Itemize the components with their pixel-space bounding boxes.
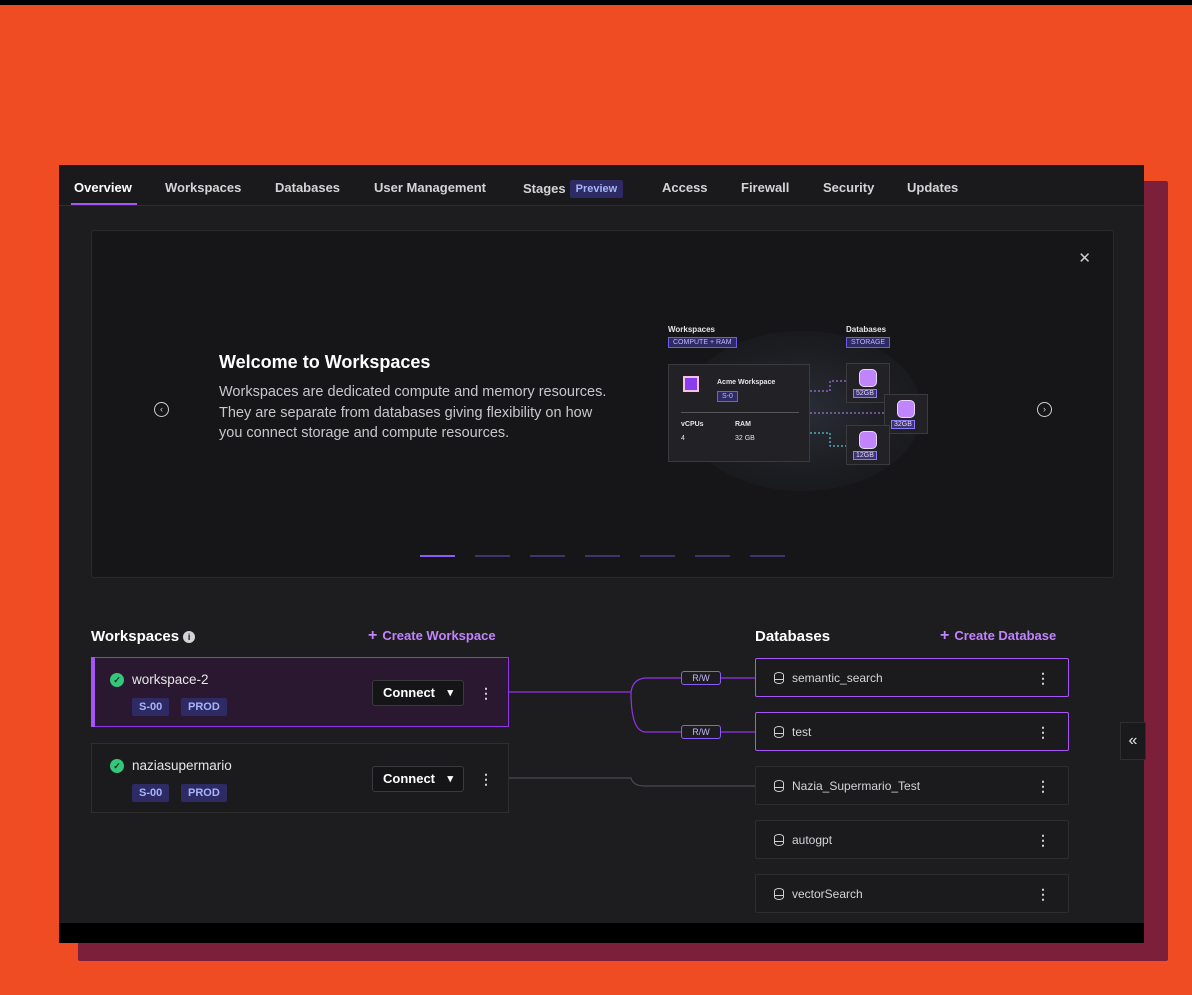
workspace-card[interactable]: ✓ workspace-2 S-00 PROD Connect ▾ ⋮: [91, 657, 509, 727]
size-badge: S-00: [132, 698, 170, 716]
database-row[interactable]: autogpt ⋮: [755, 820, 1069, 859]
workspaces-section-title: Workspaces i: [91, 628, 196, 645]
create-database-button[interactable]: + Create Database: [940, 627, 1056, 645]
collapse-panel-icon[interactable]: «: [1120, 722, 1146, 760]
database-name: semantic_search: [792, 671, 883, 685]
more-vertical-icon[interactable]: ⋮: [1036, 887, 1050, 901]
rw-badge: R/W: [681, 725, 721, 739]
workspaces-title-text: Workspaces: [91, 628, 180, 645]
tab-security[interactable]: Security: [823, 180, 874, 195]
database-icon: [774, 726, 784, 738]
workspace-name: workspace-2: [132, 672, 209, 687]
more-vertical-icon[interactable]: ⋮: [479, 686, 493, 700]
more-vertical-icon[interactable]: ⋮: [1036, 725, 1050, 739]
database-name: autogpt: [792, 833, 833, 847]
check-circle-icon: ✓: [110, 673, 124, 687]
tab-databases[interactable]: Databases: [275, 180, 340, 195]
check-circle-icon: ✓: [110, 759, 124, 773]
create-workspace-label: Create Workspace: [382, 628, 496, 643]
database-icon: [774, 834, 784, 846]
slide-description: Workspaces are dedicated compute and mem…: [219, 384, 607, 441]
create-database-label: Create Database: [954, 628, 1057, 643]
database-icon: [774, 672, 784, 684]
illus-db-2-size: 32GB: [891, 420, 915, 429]
tab-updates[interactable]: Updates: [907, 180, 958, 195]
workspace-card[interactable]: ✓ naziasupermario S-00 PROD Connect ▾ ⋮: [91, 743, 509, 813]
more-vertical-icon[interactable]: ⋮: [1036, 779, 1050, 793]
close-icon[interactable]: ✕: [1078, 249, 1091, 267]
carousel-dot-5[interactable]: [640, 555, 675, 557]
welcome-carousel: ✕ ‹ › Welcome to Workspaces Workspaces a…: [91, 230, 1114, 578]
tab-firewall[interactable]: Firewall: [741, 180, 789, 195]
preview-badge: Preview: [569, 180, 624, 198]
database-name: Nazia_Supermario_Test: [792, 779, 921, 793]
tab-workspaces[interactable]: Workspaces: [165, 180, 241, 195]
env-badge: PROD: [181, 784, 227, 802]
info-icon[interactable]: i: [183, 631, 196, 643]
more-vertical-icon[interactable]: ⋮: [1036, 671, 1050, 685]
database-icon: [859, 431, 877, 449]
database-icon: [774, 780, 784, 792]
plus-icon: +: [368, 627, 378, 644]
selected-indicator: [91, 657, 95, 727]
carousel-dot-6[interactable]: [695, 555, 730, 557]
database-row[interactable]: vectorSearch ⋮: [755, 874, 1069, 913]
connect-label: Connect: [383, 771, 435, 786]
chevron-down-icon: ▾: [447, 687, 453, 699]
carousel-dot-3[interactable]: [530, 555, 565, 557]
database-icon: [897, 400, 915, 418]
tab-stages-label: Stages: [523, 181, 566, 196]
illus-db-3: 12GB: [846, 425, 890, 465]
carousel-dot-2[interactable]: [475, 555, 510, 557]
app-window: Overview Workspaces Databases User Manag…: [59, 165, 1144, 943]
chevron-down-icon: ▾: [447, 773, 453, 785]
chevron-right-icon[interactable]: ›: [1037, 402, 1052, 417]
database-row[interactable]: test ⋮: [755, 712, 1069, 751]
tab-user-management[interactable]: User Management: [374, 180, 486, 195]
database-name: vectorSearch: [792, 887, 863, 901]
create-workspace-button[interactable]: + Create Workspace: [368, 627, 496, 645]
plus-icon: +: [940, 627, 950, 644]
carousel-dot-7[interactable]: [750, 555, 785, 557]
illus-db-1-size: 52GB: [853, 389, 877, 398]
databases-section-title: Databases: [755, 628, 831, 645]
database-icon: [859, 369, 877, 387]
slide-title: Welcome to Workspaces: [219, 352, 431, 372]
workspace-name: naziasupermario: [132, 758, 232, 773]
env-badge: PROD: [181, 698, 227, 716]
tab-overview[interactable]: Overview: [74, 180, 132, 195]
connect-label: Connect: [383, 685, 435, 700]
chevron-left-icon[interactable]: ‹: [154, 402, 169, 417]
rw-badge: R/W: [681, 671, 721, 685]
more-vertical-icon[interactable]: ⋮: [479, 772, 493, 786]
illus-db-2: 32GB: [884, 394, 928, 434]
more-vertical-icon[interactable]: ⋮: [1036, 833, 1050, 847]
carousel-dot-4[interactable]: [585, 555, 620, 557]
connect-button[interactable]: Connect ▾: [372, 680, 464, 706]
top-strip: [0, 0, 1192, 5]
connect-button[interactable]: Connect ▾: [372, 766, 464, 792]
tab-access[interactable]: Access: [662, 180, 708, 195]
database-name: test: [792, 725, 812, 739]
active-tab-indicator: [71, 203, 137, 205]
tab-stages[interactable]: Stages Preview: [523, 180, 624, 198]
carousel-dot-1[interactable]: [420, 555, 455, 557]
size-badge: S-00: [132, 784, 170, 802]
tab-bar: Overview Workspaces Databases User Manag…: [59, 165, 1144, 206]
window-bottom-bar: [59, 923, 1144, 943]
database-row[interactable]: semantic_search ⋮: [755, 658, 1069, 697]
workspaces-illustration: Workspaces COMPUTE + RAM Databases STORA…: [662, 311, 942, 496]
database-row[interactable]: Nazia_Supermario_Test ⋮: [755, 766, 1069, 805]
database-icon: [774, 888, 784, 900]
illus-db-3-size: 12GB: [853, 451, 877, 460]
